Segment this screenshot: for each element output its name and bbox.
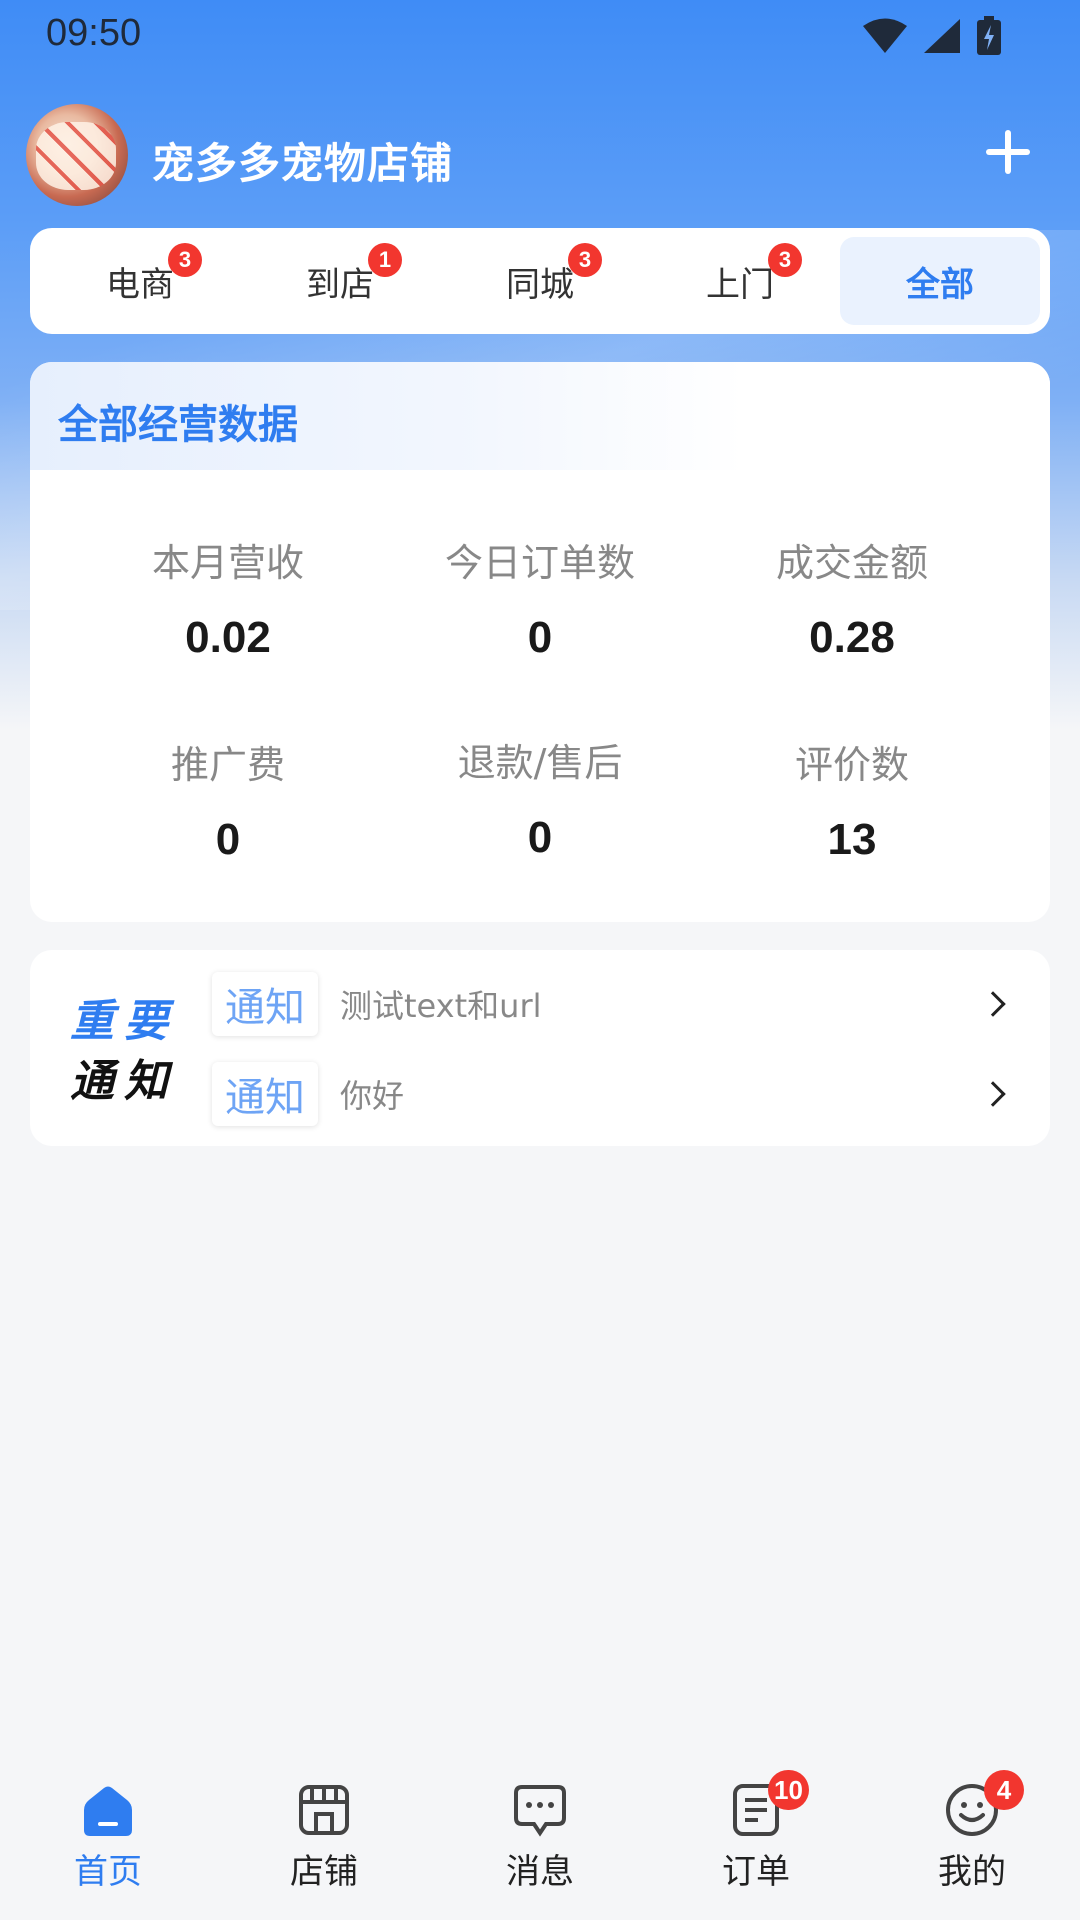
- tab-label: 到店: [306, 264, 374, 305]
- channel-tabs: 电商 3 到店 1 同城 3 上门 3 全部: [30, 228, 1050, 334]
- stat-value: 0.02: [185, 613, 271, 662]
- stats-title-bar: 全部经营数据: [30, 362, 1050, 470]
- battery-charging-icon: [977, 16, 1001, 55]
- stats-title: 全部经营数据: [58, 402, 298, 448]
- important-notice-logo: 重要 通知: [70, 992, 190, 1112]
- nav-label: 消息: [506, 1852, 574, 1892]
- business-stats-card: 全部经营数据 本月营收 0.02 今日订单数 0 成交金额 0.28 推广费 0…: [30, 362, 1050, 922]
- stat-value: 0: [215, 815, 241, 864]
- tab-home-service[interactable]: 上门 3: [640, 237, 840, 325]
- tab-badge: 1: [368, 243, 402, 277]
- tab-same-city[interactable]: 同城 3: [440, 237, 640, 325]
- notice-item[interactable]: 通知 测试text和url: [212, 972, 1032, 1036]
- status-time: 09:50: [46, 12, 142, 54]
- nav-orders[interactable]: 订单 10: [648, 1744, 864, 1920]
- tab-label: 同城: [506, 264, 574, 305]
- nav-label: 订单: [722, 1852, 790, 1892]
- header: 宠多多宠物店铺: [0, 100, 1080, 210]
- stat-label: 今日订单数: [444, 541, 635, 585]
- tab-all[interactable]: 全部: [840, 237, 1040, 325]
- important-notice-card: 重要 通知 通知 测试text和url 通知 你好: [30, 950, 1050, 1146]
- tab-badge: 3: [568, 243, 602, 277]
- nav-label: 店铺: [290, 1852, 358, 1892]
- stat-value: 0: [527, 613, 553, 662]
- bottom-nav: 首页 店铺 消息 订单 10 我的 4: [0, 1744, 1080, 1920]
- chevron-right-icon: [980, 991, 1006, 1017]
- nav-badge: 4: [984, 1770, 1024, 1810]
- nav-home[interactable]: 首页: [0, 1744, 216, 1920]
- message-icon: [514, 1785, 566, 1837]
- stat-label: 评价数: [794, 743, 909, 787]
- status-icons: [862, 16, 1002, 56]
- nav-profile[interactable]: 我的 4: [864, 1744, 1080, 1920]
- signal-icon: [924, 19, 960, 53]
- shop-name: 宠多多宠物店铺: [152, 139, 454, 188]
- tab-label: 电商: [106, 264, 174, 305]
- nav-messages[interactable]: 消息: [432, 1744, 648, 1920]
- tab-ecommerce[interactable]: 电商 3: [40, 237, 240, 325]
- stat-transaction-amount[interactable]: 成交金额 0.28: [696, 532, 1008, 663]
- notice-text: 你好: [340, 1077, 405, 1115]
- nav-store[interactable]: 店铺: [216, 1744, 432, 1920]
- stat-monthly-revenue[interactable]: 本月营收 0.02: [72, 532, 384, 663]
- notice-logo-line1: 重要: [70, 996, 178, 1047]
- stat-label: 推广费: [170, 743, 285, 787]
- stat-promotion-fee[interactable]: 推广费 0: [72, 734, 384, 865]
- stat-refund-aftersale[interactable]: 退款/售后 0: [384, 732, 696, 863]
- home-icon: [84, 1786, 132, 1836]
- stat-label: 退款/售后: [457, 741, 623, 785]
- status-bar: 09:50: [0, 0, 1080, 70]
- stat-review-count[interactable]: 评价数 13: [696, 734, 1008, 865]
- tab-label: 上门: [706, 264, 774, 305]
- stat-value: 13: [827, 815, 877, 864]
- chevron-right-icon: [980, 1081, 1006, 1107]
- stat-today-orders[interactable]: 今日订单数 0: [384, 532, 696, 663]
- stat-value: 0: [527, 813, 553, 862]
- notice-item[interactable]: 通知 你好: [212, 1062, 1032, 1126]
- notice-text: 测试text和url: [340, 987, 542, 1025]
- avatar[interactable]: [26, 104, 128, 206]
- wifi-icon: [863, 18, 907, 53]
- nav-label: 首页: [74, 1852, 142, 1892]
- nav-label: 我的: [938, 1852, 1006, 1892]
- notice-tag: 通知: [212, 972, 318, 1036]
- tab-badge: 3: [168, 243, 202, 277]
- stat-label: 成交金额: [775, 541, 928, 585]
- notice-tag: 通知: [212, 1062, 318, 1126]
- tab-in-store[interactable]: 到店 1: [240, 237, 440, 325]
- tab-label: 全部: [906, 264, 974, 305]
- notice-logo-line2: 通知: [70, 1056, 178, 1107]
- stat-label: 本月营收: [151, 541, 304, 585]
- tab-badge: 3: [768, 243, 802, 277]
- store-icon: [299, 1785, 349, 1835]
- plus-icon[interactable]: [986, 130, 1030, 174]
- stat-value: 0.28: [809, 613, 895, 662]
- nav-badge: 10: [768, 1770, 809, 1810]
